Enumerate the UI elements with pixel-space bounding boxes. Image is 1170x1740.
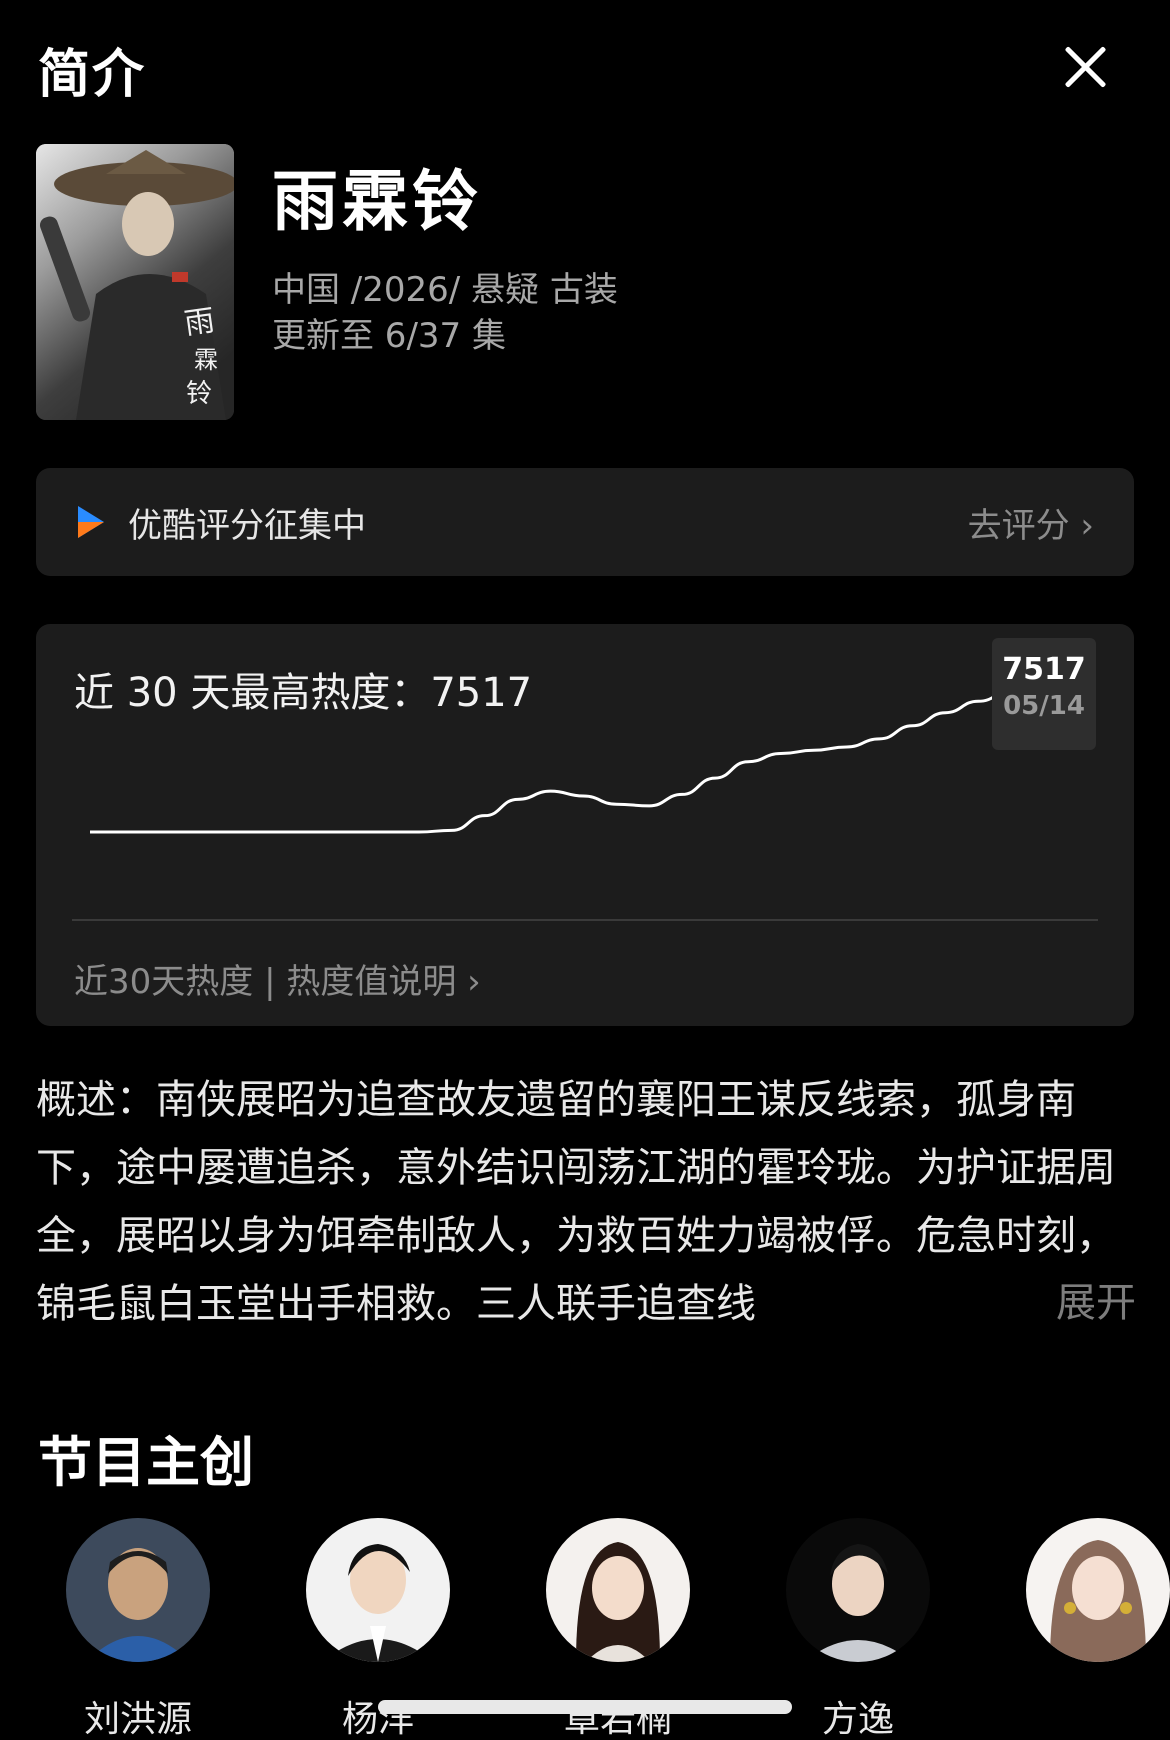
cast-section-title: 节目主创	[38, 1431, 254, 1494]
close-icon[interactable]	[1062, 44, 1108, 90]
svg-text:铃: 铃	[186, 379, 212, 409]
cast-name: 章若楠	[563, 1699, 672, 1740]
avatar[interactable]	[1026, 1518, 1170, 1662]
cast-photo	[306, 1518, 450, 1662]
expand-button[interactable]: 展开	[1044, 1270, 1136, 1328]
cast-name: 方逸	[821, 1699, 894, 1740]
home-indicator[interactable]	[378, 1700, 792, 1714]
cast-name: 杨洋	[341, 1699, 414, 1740]
tooltip-value: 7517	[1002, 652, 1086, 687]
svg-text:霖: 霖	[194, 346, 218, 374]
avatar[interactable]	[306, 1518, 450, 1662]
tooltip-date: 05/14	[1003, 691, 1085, 721]
show-meta: 中国 /2026/ 悬疑 古装	[272, 270, 618, 310]
page-title: 简介	[38, 45, 147, 105]
poster-artwork: 雨 霖 铃	[36, 144, 234, 420]
cast-photo	[546, 1518, 690, 1662]
synopsis-text: 概述：南侠展昭为追查故友遗留的襄阳王谋反线索，孤身南下，途中屡遭追杀，意外结识闯…	[36, 1077, 1116, 1327]
heat-title: 近 30 天最高热度：7517	[74, 670, 533, 716]
show-title: 雨霖铃	[272, 163, 482, 240]
avatar[interactable]	[786, 1518, 930, 1662]
avatar[interactable]	[546, 1518, 690, 1662]
svg-text:雨: 雨	[182, 303, 217, 342]
heat-card: 近 30 天最高热度：7517 7517 05/14 近30天热度 | 热度值说…	[36, 624, 1134, 1026]
avatar[interactable]	[66, 1518, 210, 1662]
cast-photo	[66, 1518, 210, 1662]
rating-label: 优酷评分征集中	[128, 506, 366, 546]
cast-photo	[786, 1518, 930, 1662]
cast-photo	[1026, 1518, 1170, 1662]
rating-card[interactable]: 优酷评分征集中 去评分 ›	[36, 468, 1134, 576]
episode-progress: 更新至 6/37 集	[272, 316, 506, 356]
youku-logo-icon	[78, 506, 104, 538]
go-rate-link[interactable]: 去评分 ›	[968, 498, 1094, 547]
heat-explanation-link[interactable]: 近30天热度 | 热度值说明 ›	[74, 954, 481, 1003]
cast-name: 刘洪源	[83, 1699, 192, 1740]
show-poster[interactable]: 雨 霖 铃	[36, 144, 234, 420]
heat-tooltip: 7517 05/14	[992, 638, 1096, 750]
